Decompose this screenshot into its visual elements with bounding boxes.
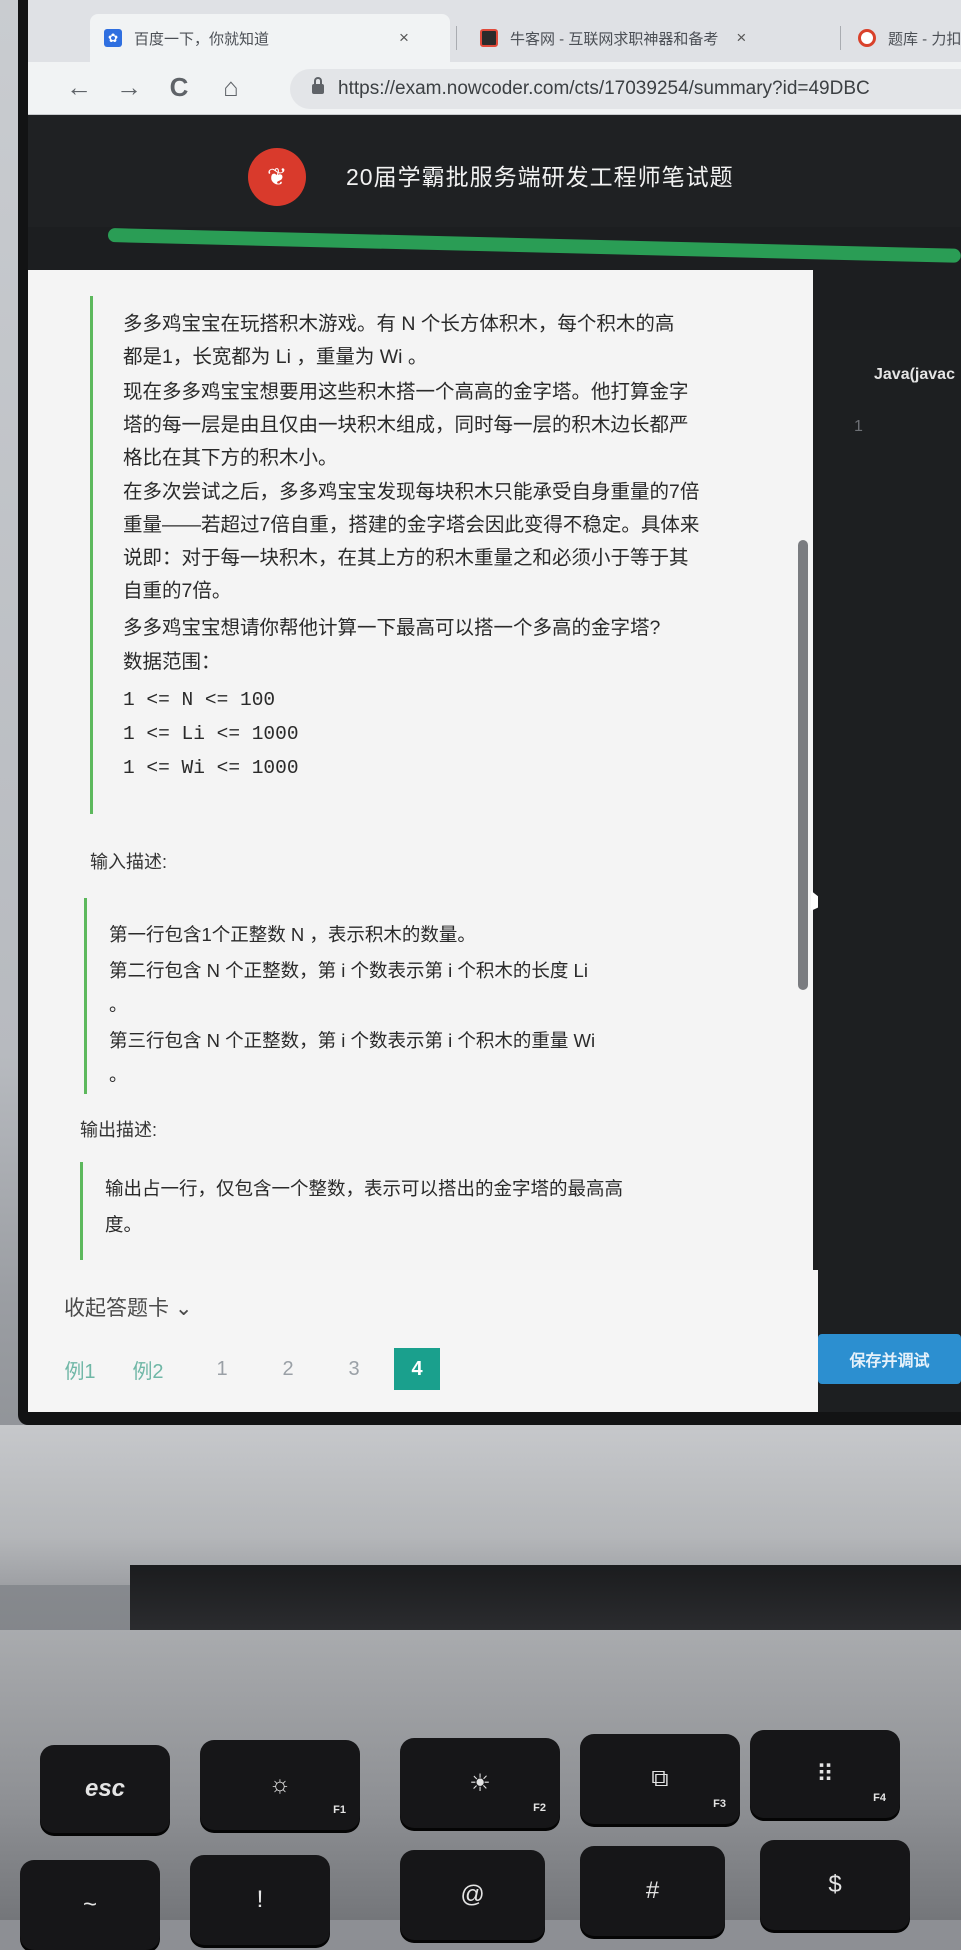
output-line: 输出占一行，仅包含一个整数，表示可以搭出的金字塔的最高高 bbox=[105, 1178, 624, 1199]
save-and-debug-button[interactable]: 保存并调试 bbox=[818, 1334, 961, 1384]
key-hash[interactable]: # bbox=[580, 1846, 725, 1936]
laptop-hinge bbox=[130, 1565, 961, 1635]
question-scrollbar[interactable] bbox=[798, 540, 808, 990]
description-line: 塔的每一层是由且仅由一块积木组成，同时每一层的积木边长都严 bbox=[123, 414, 689, 436]
key-sublabel: F3 bbox=[713, 1798, 726, 1810]
key-label: esc bbox=[84, 1775, 126, 1802]
key-f3[interactable]: ⧉ F3 bbox=[580, 1734, 740, 1824]
input-line: 。 bbox=[109, 994, 128, 1015]
mission-control-icon: ⧉ bbox=[651, 1765, 669, 1792]
forward-arrow-icon[interactable]: → bbox=[112, 70, 146, 104]
description-line: 重量——若超过7倍自重，搭建的金字塔会因此变得不稳定。具体来 bbox=[123, 514, 700, 536]
tab-divider bbox=[456, 26, 457, 50]
key-label: $ bbox=[828, 1871, 842, 1898]
key-label: # bbox=[645, 1877, 660, 1904]
key-f2[interactable]: ☀ F2 bbox=[400, 1738, 560, 1828]
key-dollar[interactable]: $ bbox=[760, 1840, 910, 1930]
close-tab-icon[interactable]: × bbox=[399, 28, 409, 48]
address-bar[interactable]: https://exam.nowcoder.com/cts/17039254/s… bbox=[290, 69, 961, 109]
close-tab-icon[interactable]: × bbox=[736, 28, 746, 48]
range-line: 1 <= Wi <= 1000 bbox=[123, 757, 299, 779]
range-line: 1 <= Li <= 1000 bbox=[123, 723, 299, 745]
key-tilde[interactable]: ~ bbox=[20, 1860, 160, 1950]
input-line: 第二行包含 N 个正整数，第 i 个数表示第 i 个积木的长度 Li bbox=[109, 960, 588, 981]
tab-title: 牛客网 - 互联网求职神器和备考 bbox=[510, 30, 719, 48]
launchpad-icon: ⠿ bbox=[816, 1760, 834, 1788]
reload-icon[interactable]: C bbox=[162, 70, 196, 104]
code-editor[interactable] bbox=[818, 330, 961, 1412]
line-number: 1 bbox=[854, 418, 863, 435]
brightness-down-icon: ☼ bbox=[269, 1771, 291, 1798]
description-line: 多多鸡宝宝在玩搭积木游戏。有 N 个长方体积木，每个积木的高 bbox=[123, 313, 675, 335]
exam-title: 20届学霸批服务端研发工程师笔试题 bbox=[346, 164, 734, 190]
description-line: 都是1，长宽都为 Li ，重量为 Wi 。 bbox=[123, 346, 428, 368]
key-label: ~ bbox=[82, 1891, 97, 1918]
brightness-up-icon: ☀ bbox=[469, 1769, 491, 1797]
back-arrow-icon[interactable]: ← bbox=[62, 70, 96, 104]
tab-title: 题库 - 力扣 ( bbox=[888, 30, 961, 48]
description-line: 格比在其下方的积木小。 bbox=[123, 447, 338, 469]
url-text: https://exam.nowcoder.com/cts/17039254/s… bbox=[338, 78, 870, 99]
question-4-tab[interactable]: 4 bbox=[394, 1348, 440, 1390]
output-line: 度。 bbox=[105, 1214, 143, 1235]
input-description: 第一行包含1个正整数 N ，表示积木的数量。 第二行包含 N 个正整数，第 i … bbox=[84, 898, 787, 1094]
description-line: 在多次尝试之后，多多鸡宝宝发现每块积木只能承受自身重量的7倍 bbox=[123, 481, 700, 503]
key-f1[interactable]: ☼ F1 bbox=[200, 1740, 360, 1830]
key-sublabel: F1 bbox=[333, 1804, 346, 1816]
nowcoder-logo-icon: ❦ bbox=[248, 148, 306, 206]
input-heading: 输入描述: bbox=[90, 852, 168, 872]
key-esc[interactable]: esc bbox=[40, 1745, 170, 1833]
laptop-chin bbox=[0, 1425, 961, 1585]
description-line: 多多鸡宝宝想请你帮他计算一下最高可以搭一个多高的金字塔? bbox=[123, 617, 661, 639]
key-at[interactable]: @ bbox=[400, 1850, 545, 1940]
key-sublabel: F2 bbox=[533, 1802, 546, 1814]
output-description: 输出占一行，仅包含一个整数，表示可以搭出的金字塔的最高高 度。 bbox=[80, 1162, 783, 1260]
question-2-tab[interactable]: 2 bbox=[272, 1348, 304, 1390]
laptop-screen: ✿ 百度一下，你就知道 × 牛客网 - 互联网求职神器和备考 × 题库 - 力扣… bbox=[28, 0, 961, 1412]
baidu-paw-icon: ✿ bbox=[104, 29, 122, 47]
input-line: 第三行包含 N 个正整数，第 i 个数表示第 i 个积木的重量 Wi bbox=[109, 1030, 596, 1051]
output-heading: 输出描述: bbox=[80, 1120, 158, 1140]
description-line: 说即：对于每一块积木，在其上方的积木重量之和必须小于等于其 bbox=[123, 547, 689, 569]
tab-divider bbox=[840, 26, 841, 50]
key-sublabel: F4 bbox=[873, 1792, 886, 1804]
example-1-tab[interactable]: 例1 bbox=[64, 1348, 96, 1390]
question-3-tab[interactable]: 3 bbox=[338, 1348, 370, 1390]
input-line: 。 bbox=[109, 1064, 128, 1085]
home-icon[interactable]: ⌂ bbox=[214, 70, 248, 104]
language-select[interactable]: Java(javac bbox=[874, 366, 955, 384]
key-label: ! bbox=[256, 1886, 264, 1913]
key-exclamation[interactable]: ! bbox=[190, 1855, 330, 1945]
key-label: @ bbox=[460, 1881, 485, 1908]
tab-title: 百度一下，你就知道 bbox=[134, 30, 270, 48]
tab-baidu[interactable]: ✿ 百度一下，你就知道 × bbox=[90, 14, 450, 62]
description-line: 数据范围： bbox=[123, 651, 221, 673]
key-f4[interactable]: ⠿ F4 bbox=[750, 1730, 900, 1818]
tab-nowcoder[interactable]: 牛客网 - 互联网求职神器和备考 × bbox=[466, 14, 838, 62]
question-1-tab[interactable]: 1 bbox=[206, 1348, 238, 1390]
exam-progress-bar bbox=[107, 228, 961, 263]
problem-description: 多多鸡宝宝在玩搭积木游戏。有 N 个长方体积木，每个积木的高 都是1，长宽都为 … bbox=[90, 296, 783, 814]
input-line: 第一行包含1个正整数 N ，表示积木的数量。 bbox=[109, 924, 476, 945]
nowcoder-logo-icon bbox=[480, 29, 498, 47]
description-line: 现在多多鸡宝宝想要用这些积木搭一个高高的金字塔。他打算金字 bbox=[123, 381, 689, 403]
lock-icon bbox=[312, 77, 324, 94]
leetcode-logo-icon bbox=[858, 29, 876, 47]
collapse-answer-card-button[interactable]: 收起答题卡 ⌄ bbox=[64, 1292, 192, 1322]
description-line: 自重的7倍。 bbox=[123, 580, 232, 602]
range-line: 1 <= N <= 100 bbox=[123, 689, 276, 711]
example-2-tab[interactable]: 例2 bbox=[132, 1348, 164, 1390]
tab-leetcode[interactable]: 题库 - 力扣 ( bbox=[846, 14, 961, 62]
